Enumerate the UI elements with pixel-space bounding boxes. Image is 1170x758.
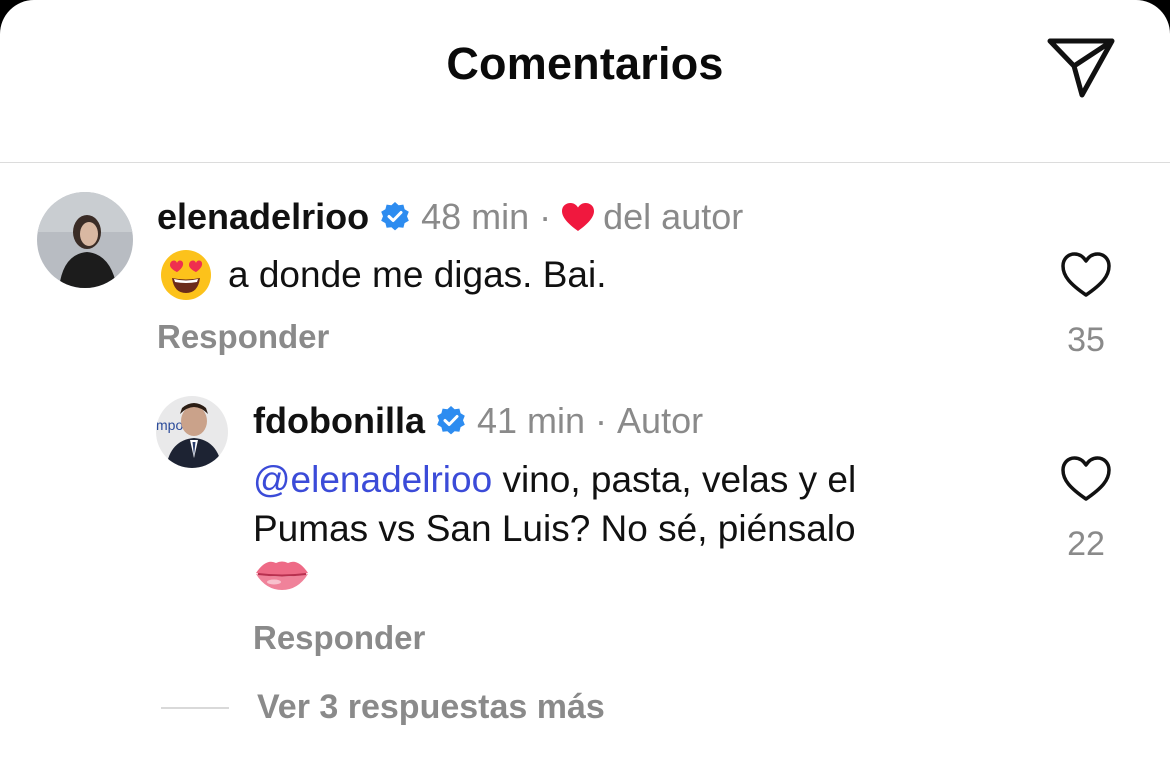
mention-link[interactable]: @elenadelrioo [253,459,492,500]
like-count: 22 [1067,525,1105,563]
avatar[interactable] [37,192,133,288]
author-liked-heart-icon [562,203,595,231]
divider-line [161,707,229,709]
verified-badge-icon [437,406,465,435]
comment-time: 48 min [421,196,530,237]
reply-header: fdobonilla 41 min · Autor [253,400,703,442]
like-count: 35 [1067,321,1105,359]
reply-text-line1: vino, pasta, velas y el [492,459,857,500]
header: Comentarios [0,0,1170,163]
reply-text: @elenadelrioo vino, pasta, velas y el Pu… [253,455,856,553]
username[interactable]: fdobonilla [253,400,425,442]
like-heart-icon[interactable] [1060,455,1112,503]
avatar-image: mpo [156,396,228,468]
lips-emoji-icon [256,561,308,590]
reply-button[interactable]: Responder [157,318,329,356]
reply-text-line2: Pumas vs San Luis? No sé, piénsalo [253,508,856,549]
username[interactable]: elenadelrioo [157,196,369,238]
reply-time: 41 min [476,400,586,441]
avatar-image [37,192,133,288]
author-label: Autor [617,400,704,441]
comments-sheet: Comentarios elenadelrioo 48 min · del au… [0,0,1170,758]
page-title: Comentarios [446,38,724,89]
view-more-replies-button[interactable]: Ver 3 respuestas más [257,688,605,727]
heart-eyes-emoji-icon [161,250,211,300]
separator-dot: · [539,196,552,237]
verified-badge-icon [381,202,409,231]
avatar[interactable]: mpo [156,396,228,468]
comment-header: elenadelrioo 48 min · del autor [157,196,743,238]
separator-dot: · [595,400,608,441]
svg-text:mpo: mpo [156,417,183,433]
author-like-label: del autor [603,196,744,237]
comment-text: a donde me digas. Bai. [228,254,607,295]
reply-button[interactable]: Responder [253,619,425,657]
send-icon[interactable] [1046,36,1116,100]
like-heart-icon[interactable] [1060,251,1112,299]
